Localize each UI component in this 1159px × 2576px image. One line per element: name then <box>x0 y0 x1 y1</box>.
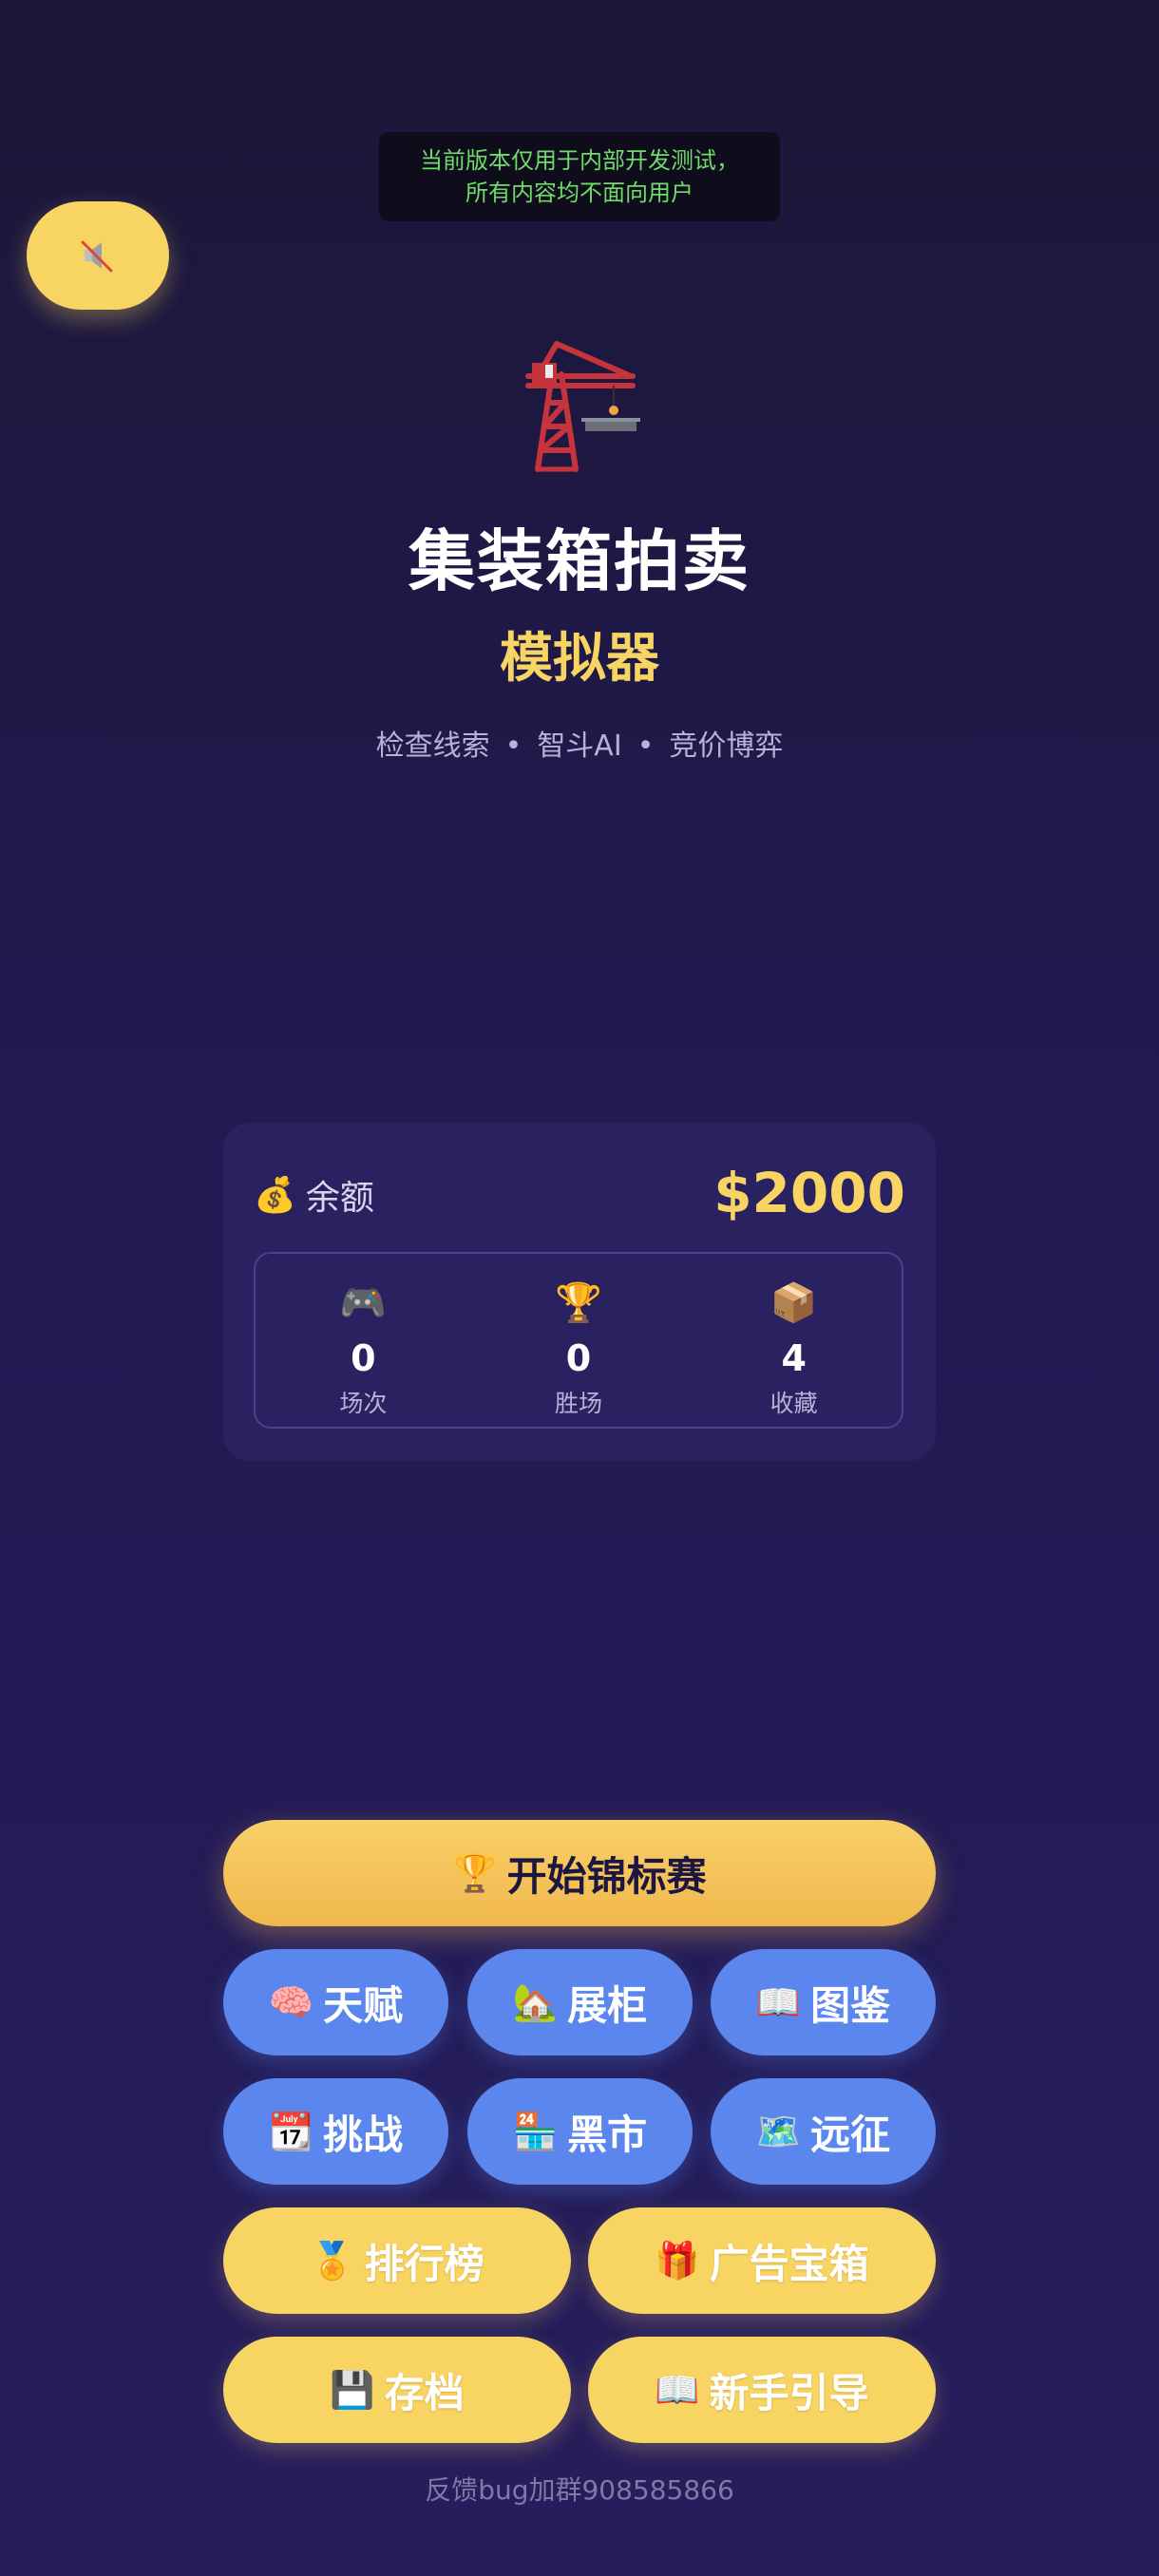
stat-matches: 🎮 0 场次 <box>256 1254 471 1427</box>
book-icon: 📖 <box>655 2368 700 2411</box>
trophy-icon: 🏆 <box>555 1281 602 1325</box>
gamepad-icon: 🎮 <box>339 1281 388 1325</box>
stat-label: 收藏 <box>770 1390 818 1417</box>
balance-label: 余额 <box>305 1179 374 1218</box>
talent-label: 天赋 <box>323 1981 404 2029</box>
ad-chest-label: 广告宝箱 <box>709 2240 869 2287</box>
brain-icon: 🧠 <box>268 1980 314 2023</box>
tagline-item: 检查线索 <box>375 729 490 763</box>
tagline-item: 竞价博弈 <box>669 729 784 763</box>
tutorial-button[interactable]: 📖 新手引导 <box>588 2337 936 2443</box>
codex-label: 图鉴 <box>810 1981 891 2029</box>
money-bag-icon: 💰 <box>254 1176 296 1215</box>
talent-button[interactable]: 🧠 天赋 <box>223 1949 448 2055</box>
book-icon: 📖 <box>755 1980 802 2023</box>
map-icon: 🗺️ <box>755 2110 802 2152</box>
showcase-button[interactable]: 🏡 展柜 <box>467 1949 693 2055</box>
save-button[interactable]: 💾 存档 <box>223 2337 571 2443</box>
leaderboard-label: 排行榜 <box>364 2240 484 2287</box>
dev-notice-line2: 所有内容均不面向用户 <box>466 180 694 206</box>
calendar-icon: 📆 <box>268 2110 314 2152</box>
store-icon: 🏪 <box>512 2110 559 2152</box>
tagline-separator: • <box>504 729 522 763</box>
expedition-label: 远征 <box>810 2111 891 2158</box>
balance-value: $2000 <box>713 1161 905 1225</box>
stat-collection: 📦 4 收藏 <box>686 1254 902 1427</box>
start-tournament-label: 开始锦标赛 <box>506 1852 707 1900</box>
stat-value: 0 <box>565 1337 592 1379</box>
speaker-muted-icon <box>81 240 113 273</box>
expedition-button[interactable]: 🗺️ 远征 <box>711 2078 936 2185</box>
feedback-text: 反馈bug加群908585866 <box>425 2474 734 2506</box>
tutorial-label: 新手引导 <box>709 2369 869 2416</box>
stats-panel: 🎮 0 场次 🏆 0 胜场 📦 4 收藏 <box>254 1252 903 1429</box>
codex-button[interactable]: 📖 图鉴 <box>711 1949 936 2055</box>
medal-icon: 🏅 <box>310 2239 355 2282</box>
leaderboard-button[interactable]: 🏅 排行榜 <box>223 2207 571 2314</box>
balance-label-group: 💰 余额 <box>254 1170 374 1220</box>
showcase-label: 展柜 <box>567 1981 648 2029</box>
crane-icon <box>525 341 640 472</box>
stat-value: 4 <box>781 1337 807 1379</box>
floppy-disk-icon: 💾 <box>330 2368 375 2411</box>
stat-wins: 🏆 0 胜场 <box>471 1254 687 1427</box>
dev-notice-banner: 当前版本仅用于内部开发测试， 所有内容均不面向用户 <box>379 132 780 221</box>
save-label: 存档 <box>384 2369 465 2416</box>
stat-value: 0 <box>351 1337 376 1379</box>
game-subtitle: 模拟器 <box>500 628 659 690</box>
gift-icon: 🎁 <box>655 2239 700 2282</box>
stat-label: 胜场 <box>555 1390 603 1417</box>
game-title: 集装箱拍卖 <box>408 522 750 600</box>
mute-button[interactable] <box>27 201 169 310</box>
stat-label: 场次 <box>339 1390 388 1417</box>
challenge-label: 挑战 <box>323 2111 404 2158</box>
black-market-button[interactable]: 🏪 黑市 <box>467 2078 693 2185</box>
house-icon: 🏡 <box>512 1980 559 2023</box>
ad-chest-button[interactable]: 🎁 广告宝箱 <box>588 2207 936 2314</box>
player-stats-card: 💰 余额 $2000 🎮 0 场次 🏆 0 胜场 📦 4 收藏 <box>223 1123 936 1461</box>
dev-notice-line1: 当前版本仅用于内部开发测试， <box>420 147 739 174</box>
challenge-button[interactable]: 📆 挑战 <box>223 2078 448 2185</box>
tagline: 检查线索 • 智斗AI • 竞价博弈 <box>0 722 1159 764</box>
tagline-separator: • <box>636 729 655 763</box>
black-market-label: 黑市 <box>567 2111 648 2158</box>
trophy-icon: 🏆 <box>452 1851 498 1894</box>
start-tournament-button[interactable]: 🏆 开始锦标赛 <box>223 1820 936 1926</box>
tagline-item: 智斗AI <box>537 729 622 763</box>
package-icon: 📦 <box>770 1281 818 1325</box>
